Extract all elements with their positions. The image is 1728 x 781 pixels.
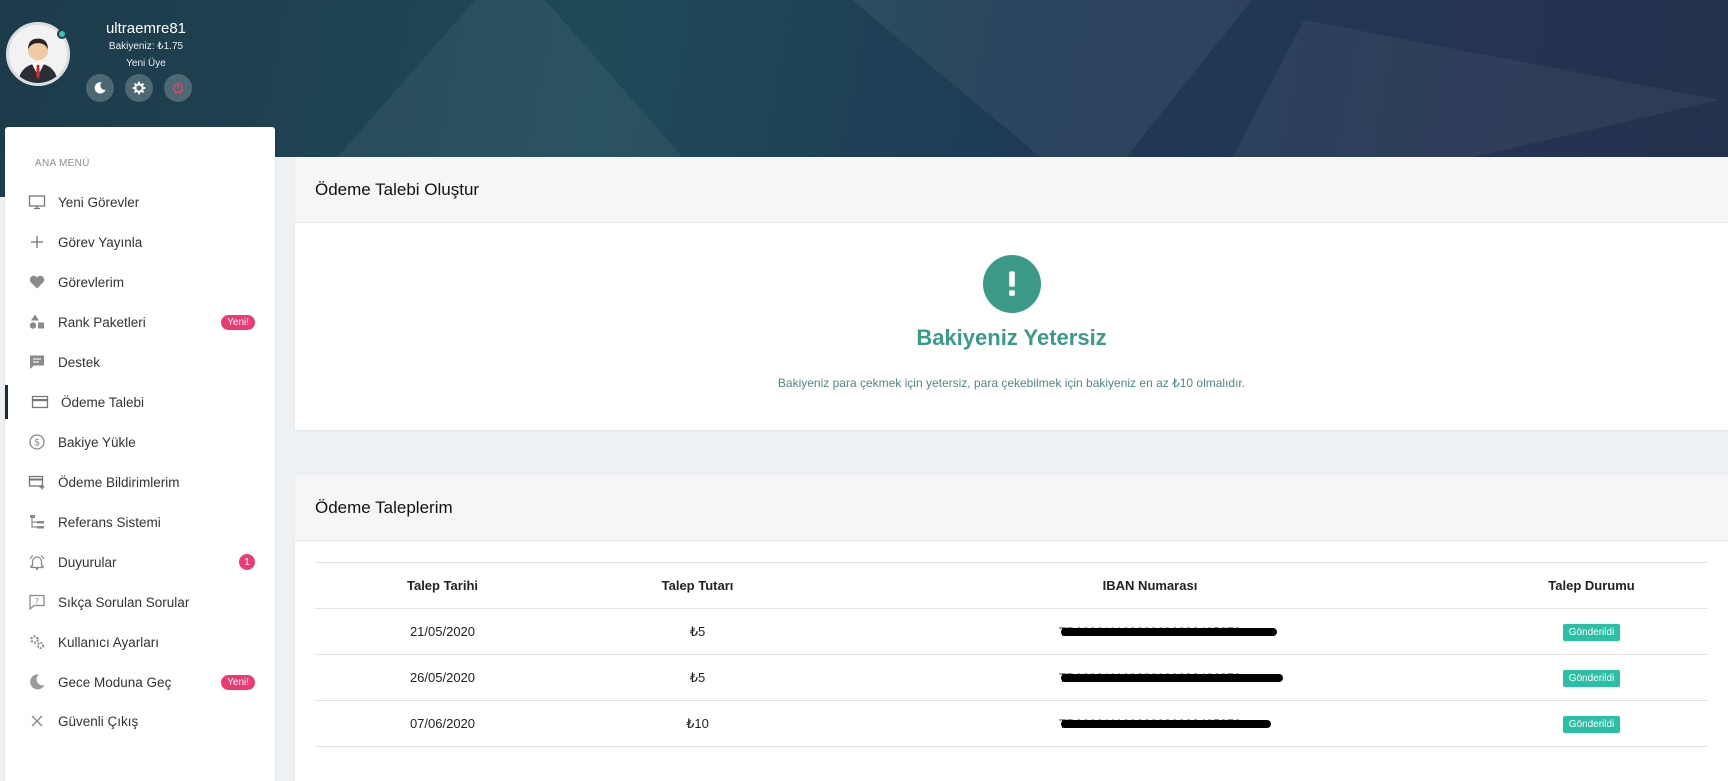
sidebar-item-label: Referans Sistemi [58, 514, 161, 530]
night-mode-button[interactable] [86, 74, 114, 102]
sidebar-item-sss[interactable]: ? Sıkça Sorulan Sorular [5, 585, 275, 619]
close-icon [27, 711, 47, 731]
question-icon: ? [27, 592, 47, 612]
request-iban: TR000011100000000092426879 [825, 654, 1475, 701]
table-row: 21/05/2020 ₺5 TR000011100000000002435876… [315, 608, 1708, 655]
power-icon [172, 82, 184, 94]
balance-text: Bakiyeniz: ₺1.75 [108, 41, 184, 52]
column-header: Talep Tarihi [315, 562, 570, 609]
shapes-icon [27, 312, 47, 332]
alert-message: Bakiyeniz para çekmek için yetersiz, par… [777, 376, 1246, 390]
card-add-icon [27, 472, 47, 492]
gears-icon [27, 632, 47, 652]
sidebar-item-label: Görev Yayınla [58, 234, 143, 250]
notification-count-badge: 1 [239, 554, 255, 570]
sidebar-item-bakiye-yukle[interactable]: $ Bakiye Yükle [5, 425, 275, 459]
online-status-dot [57, 29, 67, 39]
sidebar-item-label: Görevlerim [58, 274, 125, 290]
gear-icon [132, 81, 146, 95]
sidebar-item-duyurular[interactable]: Duyurular 1 [5, 545, 275, 579]
sidebar-item-label: Rank Paketleri [58, 314, 146, 330]
settings-button[interactable] [125, 74, 153, 102]
card-title: Ödeme Talebi Oluştur [295, 157, 1728, 223]
sidebar-item-label: Ödeme Talebi [61, 394, 145, 410]
sidebar-item-guvenli-cikis[interactable]: Güvenli Çıkış [5, 704, 275, 738]
card-title: Ödeme Taleplerim [295, 475, 1728, 541]
sidebar-item-label: Destek [58, 354, 101, 370]
request-iban: TR000011100000000002435876 [825, 700, 1475, 747]
svg-text:$: $ [34, 438, 40, 449]
alert-title: Bakiyeniz Yetersiz [916, 325, 1107, 350]
sidebar-item-label: Gece Moduna Geç [58, 674, 172, 690]
sidebar-item-gece-modu[interactable]: Gece Moduna Geç Yeni! [5, 665, 275, 699]
svg-text:?: ? [35, 597, 39, 606]
request-status: Gönderildi [1475, 608, 1708, 655]
banner-decoration [1200, 20, 1720, 157]
new-badge: Yeni! [221, 314, 255, 330]
create-payment-request-card: Ödeme Talebi Oluştur Bakiyeniz Yetersiz … [295, 157, 1728, 430]
redaction-mark [1060, 628, 1277, 636]
table-header-row: Talep Tarihi Talep Tutarı IBAN Numarası … [315, 562, 1708, 609]
tree-icon [27, 512, 47, 532]
sidebar-item-gorevlerim[interactable]: Görevlerim [5, 265, 275, 299]
status-badge: Gönderildi [1562, 669, 1621, 687]
sidebar-item-odeme-talebi[interactable]: Ödeme Talebi [5, 385, 275, 419]
column-header: IBAN Numarası [825, 562, 1475, 609]
column-header: Talep Tutarı [570, 562, 825, 609]
plus-icon [27, 232, 47, 252]
request-date: 07/06/2020 [315, 700, 570, 747]
sidebar-item-gorev-yayinla[interactable]: Görev Yayınla [5, 225, 275, 259]
sidebar-item-label: Duyurular [58, 554, 117, 570]
request-amount: ₺5 [570, 608, 825, 655]
sidebar-item-referans-sistemi[interactable]: Referans Sistemi [5, 505, 275, 539]
request-status: Gönderildi [1475, 654, 1708, 701]
logout-button[interactable] [164, 74, 192, 102]
sidebar-item-label: Yeni Görevler [58, 194, 140, 210]
sidebar-item-label: Sıkça Sorulan Sorular [58, 594, 190, 610]
request-amount: ₺10 [570, 700, 825, 747]
exclamation-icon [983, 255, 1041, 313]
menu-heading: ANA MENÜ [35, 158, 90, 169]
table-row: 07/06/2020 ₺10 TR00001110000000000243587… [315, 700, 1708, 747]
moon-icon [27, 672, 47, 692]
sidebar: ANA MENÜ Yeni Görevler Görev Yayınla Gör… [5, 127, 275, 781]
redaction-mark [1060, 674, 1283, 682]
column-header: Talep Durumu [1475, 562, 1708, 609]
payment-requests-table: Talep Tarihi Talep Tutarı IBAN Numarası … [315, 562, 1708, 747]
sidebar-item-odeme-bildirimlerim[interactable]: Ödeme Bildirimlerim [5, 465, 275, 499]
chat-icon [27, 352, 47, 372]
username: ultraemre81 [105, 20, 187, 37]
banner-decoration [780, 0, 1300, 157]
request-date: 21/05/2020 [315, 608, 570, 655]
request-iban: TR000011100000000002435876 [825, 608, 1475, 655]
table-row: 26/05/2020 ₺5 TR000011100000000092426879… [315, 654, 1708, 701]
sidebar-item-label: Kullanıcı Ayarları [58, 634, 160, 650]
rank-text: Yeni Üye [126, 58, 166, 69]
sidebar-item-yeni-gorevler[interactable]: Yeni Görevler [5, 185, 275, 219]
request-amount: ₺5 [570, 654, 825, 701]
credit-card-icon [30, 392, 50, 412]
sidebar-item-label: Ödeme Bildirimlerim [58, 474, 180, 490]
status-badge: Gönderildi [1562, 623, 1621, 641]
redaction-mark [1060, 720, 1271, 728]
bell-icon [27, 552, 47, 572]
moon-icon [94, 82, 106, 94]
payment-requests-card: Ödeme Taleplerim Talep Tarihi Talep Tuta… [295, 475, 1728, 781]
user-profile: ultraemre81 Bakiyeniz: ₺1.75 Yeni Üye [6, 20, 276, 110]
request-date: 26/05/2020 [315, 654, 570, 701]
sidebar-item-kullanici-ayarlari[interactable]: Kullanıcı Ayarları [5, 625, 275, 659]
new-badge: Yeni! [221, 674, 255, 690]
sidebar-item-destek[interactable]: Destek [5, 345, 275, 379]
sidebar-item-label: Güvenli Çıkış [58, 713, 139, 729]
sidebar-item-label: Bakiye Yükle [58, 434, 136, 450]
request-status: Gönderildi [1475, 700, 1708, 747]
monitor-icon [27, 192, 47, 212]
dollar-circle-icon: $ [27, 432, 47, 452]
banner-decoration [300, 0, 720, 157]
status-badge: Gönderildi [1562, 715, 1621, 733]
sidebar-item-rank-paketleri[interactable]: Rank Paketleri Yeni! [5, 305, 275, 339]
heart-icon [27, 272, 47, 292]
